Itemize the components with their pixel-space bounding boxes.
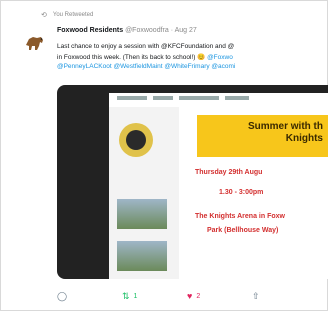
retweet-icon: ⟲ <box>41 12 47 19</box>
share-icon: ⇧ <box>252 290 260 301</box>
poster-venue-line-1: The Knights Arena in Foxw <box>195 213 285 220</box>
poster-photo <box>117 241 167 271</box>
poster-time: 1.30 - 3:00pm <box>219 189 264 196</box>
tweet-header: Foxwood Residents @Foxwoodfra · Aug 27 <box>57 27 197 34</box>
like-button[interactable]: ♥ 2 <box>187 291 252 301</box>
share-button[interactable]: ⇧ <box>252 291 317 302</box>
author-handle[interactable]: @Foxwoodfra · Aug 27 <box>125 27 197 34</box>
event-poster: Summer with th Knights Thursday 29th Aug… <box>109 93 328 279</box>
retweet-count: 1 <box>133 292 138 300</box>
retweet-button[interactable]: ⇅ 1 <box>122 291 187 302</box>
tweet-card[interactable]: ⟲ You Retweeted Foxwood Residents @Foxwo… <box>0 0 328 311</box>
tweet-text-line-2: in Foxwood this week. (Then its back to … <box>57 54 233 61</box>
tweet-text-line-3: @PenneyLACKoot @WestfieldMaint @WhiteFri… <box>57 63 235 70</box>
mention-links[interactable]: @PenneyLACKoot @WestfieldMaint @WhiteFri… <box>57 63 235 70</box>
heart-icon: ♥ <box>187 291 193 301</box>
tweet-actions: ◯ ⇅ 1 ♥ 2 ⇧ <box>57 289 317 303</box>
poster-title: Summer with th Knights <box>197 115 328 157</box>
avatar[interactable] <box>23 31 47 55</box>
reply-icon: ◯ <box>57 290 68 301</box>
poster-photo <box>117 199 167 229</box>
retweeted-by-label: You Retweeted <box>52 12 94 18</box>
retweet-icon: ⇅ <box>122 290 130 301</box>
poster-venue-line-2: Park (Bellhouse Way) <box>207 227 279 234</box>
like-count: 2 <box>196 292 201 300</box>
tweet-text-line-1: Last chance to enjoy a session with @KFC… <box>57 43 235 50</box>
mention-link[interactable]: @Foxwo <box>205 54 233 61</box>
poster-left-panel <box>109 107 179 279</box>
poster-date: Thursday 29th Augu <box>195 169 263 176</box>
club-crest-icon <box>119 123 153 157</box>
author-name[interactable]: Foxwood Residents <box>57 27 123 34</box>
tweet-image[interactable]: Summer with th Knights Thursday 29th Aug… <box>57 85 328 279</box>
retweet-context: ⟲ You Retweeted <box>41 11 93 19</box>
reply-button[interactable]: ◯ <box>57 291 122 302</box>
poster-sponsor-logos <box>109 93 328 103</box>
